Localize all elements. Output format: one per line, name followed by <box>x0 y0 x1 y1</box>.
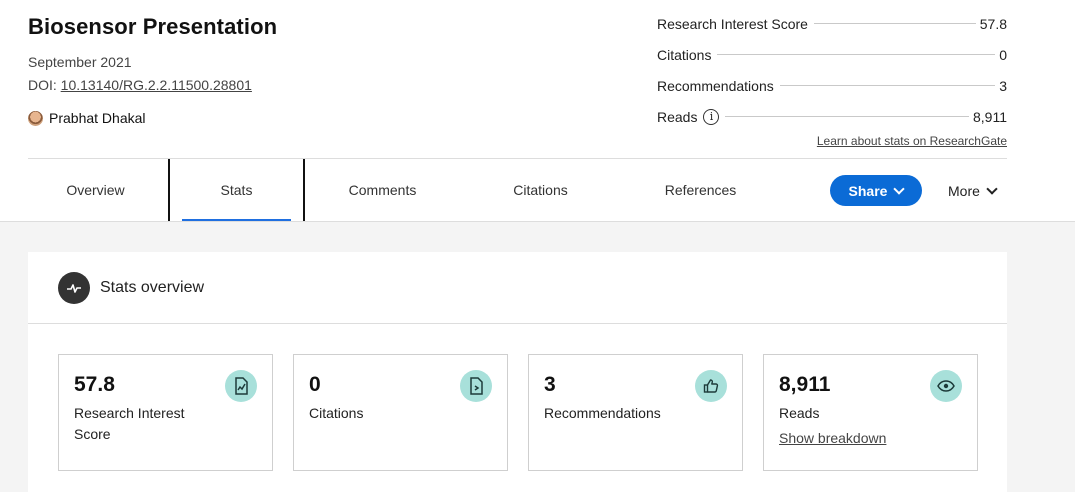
stat-value: 0 <box>999 46 1007 63</box>
stat-leader-line <box>813 23 976 24</box>
share-button[interactable]: Share <box>830 175 922 206</box>
stat-label: Citations <box>657 46 712 63</box>
stat-value: 8,911 <box>973 108 1007 125</box>
activity-pulse-icon <box>58 271 90 304</box>
tab-overview[interactable]: Overview <box>28 159 163 221</box>
author[interactable]: Prabhat Dhakal <box>28 110 146 126</box>
chevron-down-icon <box>893 182 906 195</box>
stat-value: 3 <box>999 77 1007 94</box>
main-content: Stats overview 57.8 Research Interest Sc… <box>0 222 1075 492</box>
stat-card-citations: 0 Citations <box>293 354 508 471</box>
info-icon[interactable]: i <box>703 108 720 125</box>
stat-label-reads: Reads i <box>657 108 720 125</box>
share-label: Share <box>848 182 888 199</box>
stat-label: Research Interest Score <box>657 15 808 32</box>
show-breakdown-link[interactable]: Show breakdown <box>779 430 962 446</box>
card-caption: Research Interest Score <box>74 405 185 442</box>
eye-icon <box>930 370 962 402</box>
panel-header: Stats overview <box>28 252 1007 324</box>
publication-header: Biosensor Presentation September 2021 DO… <box>0 0 1075 222</box>
stat-leader-line <box>779 85 996 86</box>
avatar <box>28 110 43 126</box>
stat-label: Recommendations <box>657 77 774 94</box>
tab-references[interactable]: References <box>628 159 773 221</box>
tab-comments[interactable]: Comments <box>310 159 455 221</box>
tab-label: Stats <box>220 182 253 198</box>
stats-overview-panel: Stats overview 57.8 Research Interest Sc… <box>28 252 1007 492</box>
stat-leader-line <box>725 116 969 117</box>
thumbs-up-icon <box>695 370 727 402</box>
stats-summary: Research Interest Score 57.8 Citations 0… <box>657 8 1007 132</box>
learn-stats-link[interactable]: Learn about stats on ResearchGate <box>817 134 1007 148</box>
more-label: More <box>948 182 980 199</box>
panel-title: Stats overview <box>100 278 205 296</box>
stat-card-reads: 8,911 Reads Show breakdown <box>763 354 978 471</box>
citation-document-icon <box>460 370 492 402</box>
stat-card-recommendations: 3 Recommendations <box>528 354 743 471</box>
card-caption: Citations <box>309 405 364 421</box>
research-score-icon <box>225 370 257 402</box>
stat-card-research-interest: 57.8 Research Interest Score <box>58 354 273 471</box>
stat-row-citations: Citations 0 <box>657 39 1007 70</box>
card-caption: Reads <box>779 405 820 421</box>
tab-label: Comments <box>348 182 417 198</box>
tab-label: Overview <box>66 182 125 198</box>
tab-stats[interactable]: Stats <box>168 159 305 221</box>
author-name[interactable]: Prabhat Dhakal <box>49 110 146 126</box>
chevron-down-icon <box>986 182 998 195</box>
publication-date: September 2021 <box>28 54 132 70</box>
more-menu-button[interactable]: More <box>948 175 998 206</box>
stat-cards: 57.8 Research Interest Score 0 Citations… <box>58 354 978 471</box>
card-caption: Recommendations <box>544 405 661 421</box>
stat-value: 57.8 <box>979 15 1007 32</box>
stat-leader-line <box>717 54 996 55</box>
tab-citations[interactable]: Citations <box>468 159 613 221</box>
tab-bar: Overview Stats Comments Citations Refere… <box>28 159 1075 221</box>
doi-link[interactable]: 10.13140/RG.2.2.11500.28801 <box>61 77 252 93</box>
stat-label: Reads <box>657 108 698 125</box>
stat-row-reads: Reads i 8,911 <box>657 101 1007 132</box>
page-title: Biosensor Presentation <box>28 14 278 39</box>
stat-row-recommendations: Recommendations 3 <box>657 70 1007 101</box>
stat-row-research-interest: Research Interest Score 57.8 <box>657 8 1007 39</box>
doi-prefix: DOI: <box>28 77 61 93</box>
tab-label: References <box>664 182 737 198</box>
doi: DOI: 10.13140/RG.2.2.11500.28801 <box>28 77 252 93</box>
tab-label: Citations <box>513 182 568 198</box>
